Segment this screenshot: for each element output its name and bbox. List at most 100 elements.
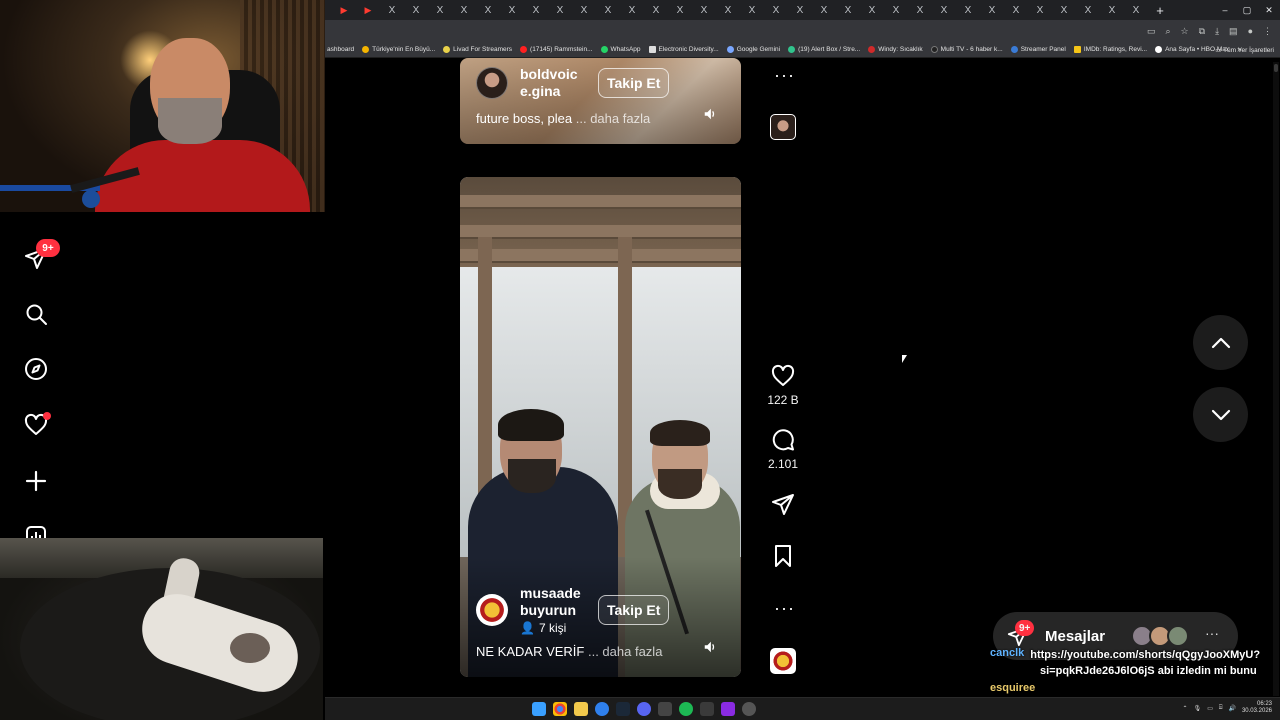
bookmark[interactable]: Multi TV - 6 haber k... (930, 46, 1003, 53)
tab[interactable]: X (717, 2, 739, 18)
bookmark[interactable]: Electronic Diversity... (648, 46, 719, 53)
spotify-icon[interactable] (679, 702, 693, 716)
reel-card[interactable]: boldvoic e.gina Takip Et future boss, pl… (460, 58, 741, 144)
app-icon[interactable] (595, 702, 609, 716)
display-icon[interactable]: ▭ (1207, 705, 1213, 712)
avatar[interactable] (1167, 625, 1189, 647)
bookmark[interactable]: Windy: Sıcaklık (868, 46, 923, 53)
tab[interactable]: X (597, 2, 619, 18)
menu-icon[interactable]: ⋮ (1263, 26, 1272, 37)
comment-button[interactable] (769, 426, 797, 454)
tab[interactable]: X (381, 2, 403, 18)
tab[interactable]: X (765, 2, 787, 18)
bookmark[interactable]: Türkiye'nin En Büyü... (362, 46, 435, 53)
tab[interactable]: X (1005, 2, 1027, 18)
download-icon[interactable]: ⤓ (1215, 26, 1219, 37)
cast-icon[interactable]: ▭ (1147, 26, 1156, 37)
tab[interactable]: X (1125, 2, 1147, 18)
nav-search[interactable] (20, 298, 52, 330)
tab[interactable]: X (645, 2, 667, 18)
reel-caption[interactable]: NE KADAR VERİF ... daha fazla (476, 644, 662, 659)
bookmark[interactable]: (19) Alert Box / Stre... (788, 46, 860, 53)
tab[interactable]: X (525, 2, 547, 18)
bookmark[interactable]: (17145) Rammstein... (520, 46, 593, 53)
all-bookmarks-folder[interactable]: ▭ Tüm Yer İşaretleri (1215, 46, 1274, 54)
author-handle[interactable]: boldvoic e.gina (520, 66, 586, 100)
tab[interactable]: X (453, 2, 475, 18)
audio-avatar[interactable] (770, 648, 796, 674)
bookmark[interactable]: Google Gemini (726, 46, 780, 53)
tab[interactable]: X (789, 2, 811, 18)
steam-icon[interactable] (616, 702, 630, 716)
page-scrollbar[interactable] (1273, 62, 1279, 696)
tab[interactable]: X (573, 2, 595, 18)
share-button[interactable] (769, 490, 797, 518)
tray-expand-icon[interactable]: ⌃ (1183, 705, 1188, 712)
tab[interactable]: X (957, 2, 979, 18)
tab[interactable]: X (1029, 2, 1051, 18)
tab[interactable]: X (837, 2, 859, 18)
more-options-icon[interactable]: ··· (774, 66, 795, 84)
more-link[interactable]: ... daha fazla (588, 644, 662, 659)
tab[interactable]: X (909, 2, 931, 18)
follow-button[interactable]: Takip Et (598, 595, 670, 625)
clock[interactable]: 06:23 30.03.2026 (1242, 701, 1272, 715)
messages-more-icon[interactable]: ··· (1205, 625, 1219, 641)
author-avatar[interactable] (476, 67, 508, 99)
maximize-button[interactable]: ▢ (1236, 0, 1258, 20)
network-icon[interactable]: ⌸ (1219, 705, 1223, 712)
sidepanel-icon[interactable]: ▤ (1229, 26, 1238, 37)
discord-icon[interactable] (637, 702, 651, 716)
tab[interactable]: X (549, 2, 571, 18)
bookmark[interactable]: Streamer Panel (1010, 46, 1066, 53)
more-link[interactable]: ... daha fazla (576, 111, 650, 126)
bookmark[interactable]: IMDb: Ratings, Revi... (1073, 46, 1147, 53)
app-icon[interactable] (742, 702, 756, 716)
tab[interactable]: X (861, 2, 883, 18)
tab-youtube-2[interactable]: ▶ (357, 2, 379, 18)
profile-icon[interactable]: ● (1248, 26, 1253, 36)
start-icon[interactable] (532, 702, 546, 716)
epic-games-icon[interactable] (658, 702, 672, 716)
zoom-icon[interactable]: ⌕ (1166, 26, 1171, 37)
bookmark[interactable]: WhatsApp (600, 46, 641, 53)
microphone-icon[interactable]: 🎙 (1194, 705, 1202, 712)
tab[interactable]: X (885, 2, 907, 18)
author-avatar[interactable] (476, 594, 508, 626)
reel-caption[interactable]: future boss, plea ... daha fazla (476, 111, 650, 126)
tab[interactable]: X (477, 2, 499, 18)
new-tab-button[interactable]: + (1149, 2, 1171, 18)
tab[interactable]: X (813, 2, 835, 18)
save-button[interactable] (769, 542, 797, 570)
reel-card[interactable]: musaade buyurun 👤 7 kişi Takip Et NE KADA… (460, 177, 741, 677)
chrome-icon[interactable] (553, 702, 567, 716)
tab[interactable]: X (429, 2, 451, 18)
app-icon[interactable] (700, 702, 714, 716)
tab[interactable]: X (1077, 2, 1099, 18)
minimize-button[interactable]: – (1214, 0, 1236, 20)
tab[interactable]: X (981, 2, 1003, 18)
tab[interactable]: X (405, 2, 427, 18)
tab[interactable]: X (501, 2, 523, 18)
star-icon[interactable]: ☆ (1181, 26, 1189, 37)
more-options-icon[interactable]: ··· (774, 599, 795, 617)
audio-avatar[interactable] (770, 114, 796, 140)
follow-button[interactable]: Takip Et (598, 68, 670, 98)
tab[interactable]: X (669, 2, 691, 18)
nav-create[interactable] (20, 465, 52, 497)
extensions-icon[interactable]: ⧉ (1199, 26, 1205, 37)
file-explorer-icon[interactable] (574, 702, 588, 716)
tab-youtube[interactable]: ▶ (333, 2, 355, 18)
scrollbar-thumb[interactable] (1274, 64, 1278, 72)
bookmark[interactable]: Livad For Streamers (443, 46, 512, 53)
tab[interactable]: X (741, 2, 763, 18)
previous-reel-button[interactable] (1193, 315, 1248, 370)
speaker-icon[interactable] (703, 640, 717, 654)
tab[interactable]: X (1101, 2, 1123, 18)
tab[interactable]: X (1053, 2, 1075, 18)
nav-explore[interactable] (20, 353, 52, 385)
next-reel-button[interactable] (1193, 387, 1248, 442)
tab[interactable]: X (693, 2, 715, 18)
tab[interactable]: X (621, 2, 643, 18)
like-button[interactable] (769, 362, 797, 390)
